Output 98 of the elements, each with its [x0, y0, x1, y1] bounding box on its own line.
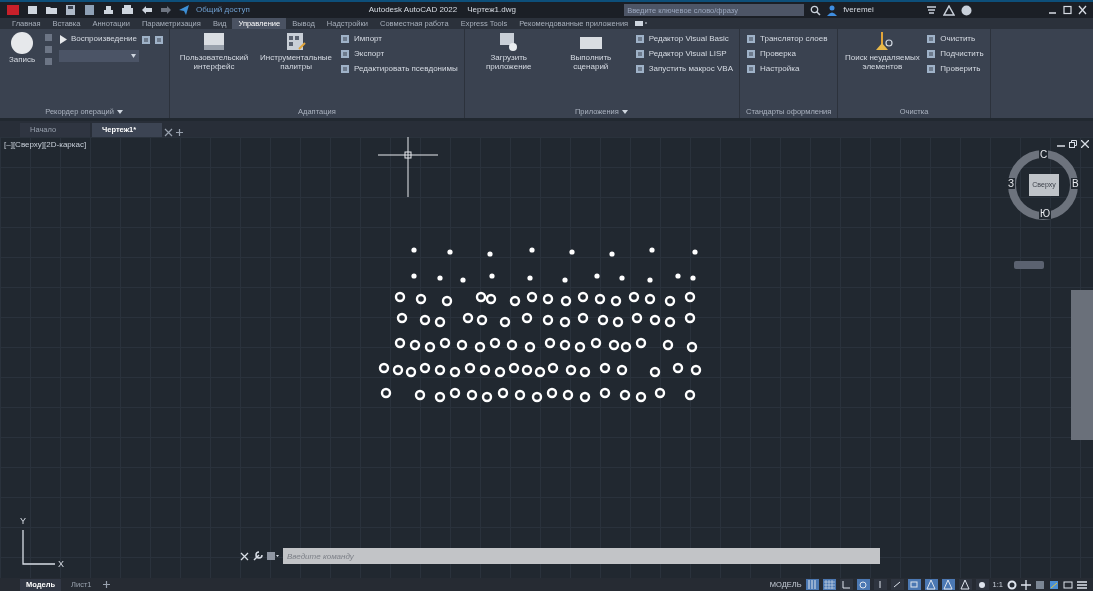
printer-icon[interactable] — [121, 4, 134, 16]
osnap-icon — [908, 579, 921, 590]
triangle-icon[interactable] — [942, 4, 955, 16]
command-history-icon[interactable] — [267, 551, 279, 561]
ribbon-button[interactable]: Редактор Visual LISP — [634, 48, 734, 60]
caret-icon[interactable] — [116, 109, 124, 115]
folder-icon[interactable] — [45, 4, 58, 16]
ribbon-button[interactable]: Экспорт — [340, 48, 458, 60]
compass-ring-icon[interactable] — [1005, 147, 1081, 223]
ribbon-button[interactable]: Пользовательский интерфейс — [176, 31, 253, 71]
status-toggle-button[interactable] — [958, 579, 972, 590]
status-toggle-button[interactable] — [975, 579, 989, 590]
macro-icon[interactable] — [141, 34, 151, 44]
add-layout-icon[interactable] — [101, 580, 111, 589]
status-toggle-button[interactable] — [839, 579, 853, 590]
status-toggle-button[interactable] — [941, 579, 955, 590]
status-toggle-button[interactable] — [805, 579, 819, 590]
file-name: Чертеж1.dwg — [467, 4, 516, 16]
ribbon-button[interactable]: Запустить макрос VBA — [634, 63, 734, 75]
document-icon — [340, 64, 351, 74]
restore-icon[interactable] — [1069, 140, 1077, 148]
ribbon-button[interactable]: Настройка — [746, 63, 828, 75]
ribbon-button[interactable]: Инструментальные палитры — [258, 31, 335, 71]
ortho-icon — [840, 579, 853, 590]
help-icon[interactable] — [960, 4, 972, 16]
ribbon-button[interactable]: Проверка — [746, 48, 828, 60]
play-button[interactable]: Воспроизведение — [59, 33, 138, 45]
compass-north-label[interactable]: С — [1039, 149, 1049, 160]
new-file-icon[interactable] — [26, 4, 39, 16]
record-button[interactable]: Запись — [6, 31, 38, 64]
crosshair-cursor — [378, 137, 438, 197]
compass-east-label[interactable]: В — [1071, 178, 1080, 189]
document-icon — [746, 64, 757, 74]
annotation-icon — [942, 579, 955, 590]
axis-label: Y — [20, 515, 26, 528]
user-name[interactable]: fveremei — [843, 4, 874, 16]
document-icon — [926, 49, 937, 59]
fullscreen-icon[interactable] — [1063, 579, 1073, 590]
ribbon-button[interactable]: Редактор Visual Basic — [634, 33, 734, 45]
compass-south-label[interactable]: Ю — [1039, 208, 1052, 219]
status-toggle-button[interactable] — [873, 579, 887, 590]
isolate-icon[interactable] — [1035, 579, 1045, 590]
hardware-icon[interactable] — [1049, 579, 1059, 590]
status-toggle-button[interactable] — [856, 579, 870, 590]
menu-icon[interactable] — [1077, 579, 1087, 590]
document-icon — [634, 34, 645, 44]
panel-toggle-icon[interactable] — [634, 19, 649, 28]
document-icon — [634, 64, 645, 74]
document-icon — [746, 49, 757, 59]
plus-icon[interactable] — [1021, 579, 1031, 590]
user-icon — [827, 4, 838, 16]
app-logo-icon[interactable] — [6, 4, 20, 16]
ribbon-button[interactable]: Поиск неудаляемых элементов — [844, 31, 921, 71]
command-field[interactable]: Введите команду — [283, 548, 880, 564]
status-toggle-button[interactable] — [890, 579, 904, 590]
ribbon-button[interactable]: Транслятор слоев — [746, 33, 828, 45]
save-as-icon[interactable] — [83, 4, 96, 16]
document-icon — [746, 34, 757, 44]
share-icon[interactable] — [178, 4, 190, 16]
axis-label: X — [58, 558, 64, 571]
play-icon — [59, 34, 67, 44]
status-toggle-button[interactable] — [822, 579, 836, 590]
document-icon — [634, 49, 645, 59]
share-button[interactable]: Общий доступ — [196, 4, 250, 16]
polar-icon — [857, 579, 870, 590]
document-icon — [926, 64, 937, 74]
ribbon-button[interactable]: Подчистить — [926, 48, 984, 60]
wrench-icon[interactable] — [253, 551, 263, 561]
save-icon[interactable] — [64, 4, 77, 16]
close-icon[interactable] — [164, 128, 173, 137]
ribbon-button[interactable]: Импорт — [340, 33, 458, 45]
caret-icon — [131, 54, 136, 58]
ribbon-button[interactable]: Загрузить приложение — [470, 31, 547, 71]
macro-icon[interactable] — [154, 34, 164, 44]
maximize-icon[interactable] — [1063, 5, 1072, 15]
document-icon — [340, 34, 351, 44]
caret-icon[interactable] — [621, 109, 629, 115]
compass-west-label[interactable]: З — [1007, 178, 1016, 189]
plot-icon[interactable] — [102, 4, 115, 16]
redo-icon[interactable] — [159, 4, 172, 16]
ribbon-button[interactable]: Выполнить сценарий — [552, 31, 629, 71]
record-icon — [10, 31, 34, 55]
document-icon — [340, 49, 351, 59]
undo-icon[interactable] — [140, 4, 153, 16]
ribbon-button[interactable]: Очистить — [926, 33, 984, 45]
ribbon-button[interactable]: Проверить — [926, 63, 984, 75]
document-icon — [926, 34, 937, 44]
status-toggle-button[interactable] — [924, 579, 938, 590]
search-icon[interactable] — [810, 4, 822, 16]
grid-icon — [823, 579, 836, 590]
viewport-label[interactable]: [–][Сверху][2D-каркас] — [4, 139, 87, 151]
annotation-icon — [959, 579, 972, 590]
ribbon-button[interactable]: Редактировать псевдонимы — [340, 63, 458, 75]
snap-icon — [806, 579, 819, 590]
app-title: Autodesk AutoCAD 2022 — [368, 4, 458, 16]
status-toggle-button[interactable] — [907, 579, 921, 590]
add-tab-icon[interactable] — [175, 128, 184, 137]
annotation-icon — [925, 579, 938, 590]
